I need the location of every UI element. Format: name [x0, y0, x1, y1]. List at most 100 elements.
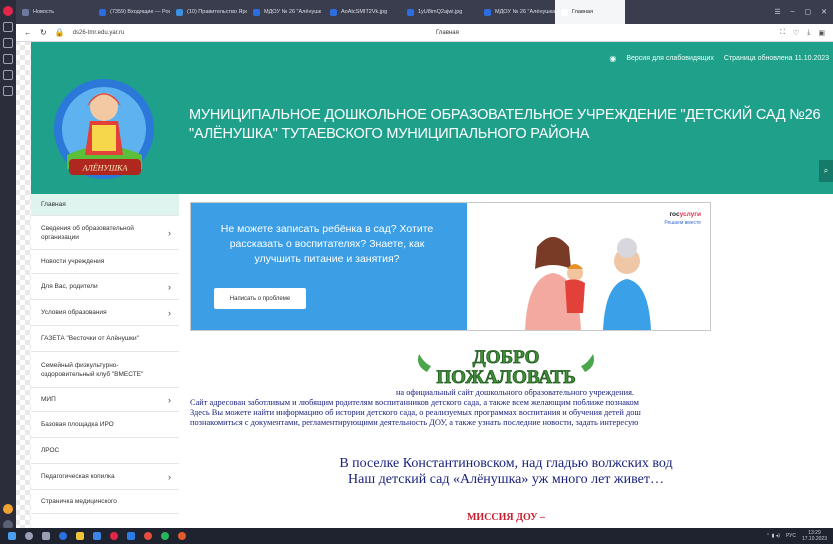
menu-item[interactable]: Главная: [31, 194, 179, 216]
back-icon[interactable]: [3, 22, 13, 32]
tab-label: МДОУ № 26 "Алёнушк: [264, 9, 322, 15]
download-icon[interactable]: ⤓: [807, 29, 810, 37]
search-taskbar-icon[interactable]: [25, 532, 33, 540]
header-topline: ◉ Версия для слабовидящих Страница обнов…: [609, 54, 829, 63]
address-bar: ← ↻ 🔒 ds26-tmr.edu.yar.ru Главная ⛶ ♡ ⤓ …: [16, 24, 833, 42]
app-icon[interactable]: [178, 532, 186, 540]
chevron-right-icon[interactable]: ›: [168, 282, 171, 292]
explorer-icon[interactable]: [76, 532, 84, 540]
browser-tab[interactable]: Главная: [555, 0, 625, 24]
tab-favicon-icon: [484, 8, 491, 16]
system-tray: ⌃ ▮ ◂) РУС 13:29 17.10.2023: [766, 530, 827, 542]
chevron-right-icon[interactable]: ›: [168, 308, 171, 318]
tab-label: Главная: [572, 9, 593, 15]
menu-item-label: МИП: [41, 396, 56, 403]
whatsapp-icon[interactable]: [161, 532, 169, 540]
menu-item[interactable]: Страничка медицинского: [31, 490, 179, 514]
back-button[interactable]: ←: [24, 28, 32, 37]
menu-item[interactable]: Педагогическая копилка ›: [31, 464, 179, 490]
tab-bar: Новость (7359) Входящие — Рос (10) Правите…: [16, 0, 833, 24]
menu-item[interactable]: Сведения об образовательной организации ›: [31, 216, 179, 250]
write-problem-button[interactable]: Написать о проблеме: [214, 288, 306, 309]
tab-favicon-icon: [99, 8, 106, 16]
maximize-icon[interactable]: ▢: [805, 8, 812, 16]
opera-logo-icon[interactable]: [3, 6, 13, 16]
menu-item-label: Для Вас, родители: [41, 283, 98, 290]
history-icon[interactable]: [3, 38, 13, 48]
site-logo[interactable]: АЛЁНУШКА: [47, 77, 162, 187]
banner-question: Не можете записать ребёнка в сад? Хотите…: [220, 223, 434, 265]
edge-icon[interactable]: [59, 532, 67, 540]
start-icon[interactable]: [8, 532, 16, 540]
menu-item[interactable]: Новости учреждения: [31, 250, 179, 274]
menu-item-label: Новости учреждения: [41, 258, 105, 265]
store-icon[interactable]: [93, 532, 101, 540]
menu-item[interactable]: Условия образования ›: [31, 300, 179, 326]
vpn-icon[interactable]: [3, 504, 13, 514]
url-field[interactable]: ds26-tmr.edu.yar.ru: [73, 30, 125, 36]
menu-item[interactable]: Базовая площадка ИРО: [31, 412, 179, 438]
chrome-icon[interactable]: [144, 532, 152, 540]
search-icon[interactable]: ⌕: [819, 160, 833, 182]
family-illustration: [525, 237, 651, 330]
extensions-icon[interactable]: ▣: [818, 29, 825, 37]
browser-tab[interactable]: Новость: [16, 0, 93, 24]
side-menu: Главная Сведения об образовательной орган…: [31, 194, 179, 528]
browser-tab[interactable]: 1yU8imQ2ajwi.jpg: [401, 0, 478, 24]
tray-icons[interactable]: ⌃ ▮ ◂): [766, 533, 780, 539]
minimize-icon[interactable]: –: [791, 8, 795, 16]
welcome-title: ДОБРО ПОЖАЛОВАТЬ: [179, 344, 833, 388]
menu-item-label: Страничка медицинского: [41, 498, 117, 505]
browser-tab[interactable]: AoAtcSMIT2Vk.jpg: [324, 0, 401, 24]
menu-item-label: Базовая площадка ИРО: [41, 421, 114, 428]
language-indicator[interactable]: РУС: [786, 533, 796, 539]
menu-item[interactable]: Для Вас, родители ›: [31, 274, 179, 300]
toolbar-icons: ⛶ ♡ ⤓ ▣: [780, 29, 825, 37]
eye-icon: ◉: [609, 54, 617, 63]
logo-text: АЛЁНУШКА: [82, 164, 128, 173]
bookmark-icon[interactable]: ♡: [793, 29, 799, 37]
clock[interactable]: 13:29 17.10.2023: [802, 530, 827, 542]
site-header: ◉ Версия для слабовидящих Страница обнов…: [31, 42, 833, 194]
poem-line: Наш детский сад «Алёнушка» уж много лет …: [348, 472, 664, 487]
menu-item[interactable]: ЛРОС: [31, 438, 179, 464]
browser-tab[interactable]: МДОУ № 26 "Алёнушк: [247, 0, 324, 24]
browser-tab[interactable]: МДОУ № 26 "Алёнушка: [478, 0, 555, 24]
tab-favicon-icon: [407, 8, 414, 16]
chevron-right-icon[interactable]: ›: [168, 395, 171, 405]
close-icon[interactable]: ✕: [821, 8, 827, 16]
updated-text: Страница обновлена 11.10.2023: [723, 55, 829, 62]
menu-item-label: Педагогическая копилка: [41, 473, 115, 480]
task-view-icon[interactable]: [42, 532, 50, 540]
menu-item[interactable]: МИП ›: [31, 388, 179, 412]
tab-label: AoAtcSMIT2Vk.jpg: [341, 9, 388, 15]
tab-favicon-icon: [561, 8, 568, 16]
opera-taskbar-icon[interactable]: [110, 532, 118, 540]
bookmarks-icon[interactable]: [3, 70, 13, 80]
gosuslugi-banner[interactable]: Не можете записать ребёнка в сад? Хотите…: [190, 202, 711, 331]
browser-tab[interactable]: (7359) Входящие — Рос: [93, 0, 170, 24]
intro-line: Сайт адресован заботливым и любящим роди…: [190, 398, 639, 407]
taskbar: ⌃ ▮ ◂) РУС 13:29 17.10.2023: [0, 528, 833, 544]
browser-tab[interactable]: (10) Правительство Яро: [170, 0, 247, 24]
visually-impaired-link[interactable]: Версия для слабовидящих: [626, 55, 714, 62]
menu-item-label: Условия образования: [41, 309, 107, 316]
snapshot-icon[interactable]: ⛶: [780, 29, 785, 37]
menu-item[interactable]: ГАЗЕТА "Весточки от Алёнушки": [31, 326, 179, 352]
tab-favicon-icon: [253, 8, 260, 16]
chevron-right-icon[interactable]: ›: [168, 472, 171, 482]
wallet-icon[interactable]: [3, 54, 13, 64]
word-icon[interactable]: [127, 532, 135, 540]
lock-icon: 🔒: [54, 28, 65, 37]
messenger-icon[interactable]: [3, 86, 13, 96]
poem: В поселке Константиновском, над гладью в…: [179, 456, 833, 488]
intro-line: на официальный сайт дошкольного образова…: [395, 388, 635, 397]
intro-line: Здесь Вы можете найти информацию об исто…: [190, 408, 641, 417]
chevron-right-icon[interactable]: ›: [168, 228, 171, 238]
search-tabs-icon[interactable]: ☰: [774, 8, 780, 16]
tab-label: 1yU8imQ2ajwi.jpg: [418, 9, 463, 15]
intro-text: на официальный сайт дошкольного образова…: [190, 388, 833, 428]
banner-illustration: госуслуги Решаем вместе: [467, 203, 710, 330]
reload-button[interactable]: ↻: [40, 28, 47, 37]
menu-item[interactable]: Семейный физкультурно-оздоровительный кл…: [31, 352, 179, 388]
